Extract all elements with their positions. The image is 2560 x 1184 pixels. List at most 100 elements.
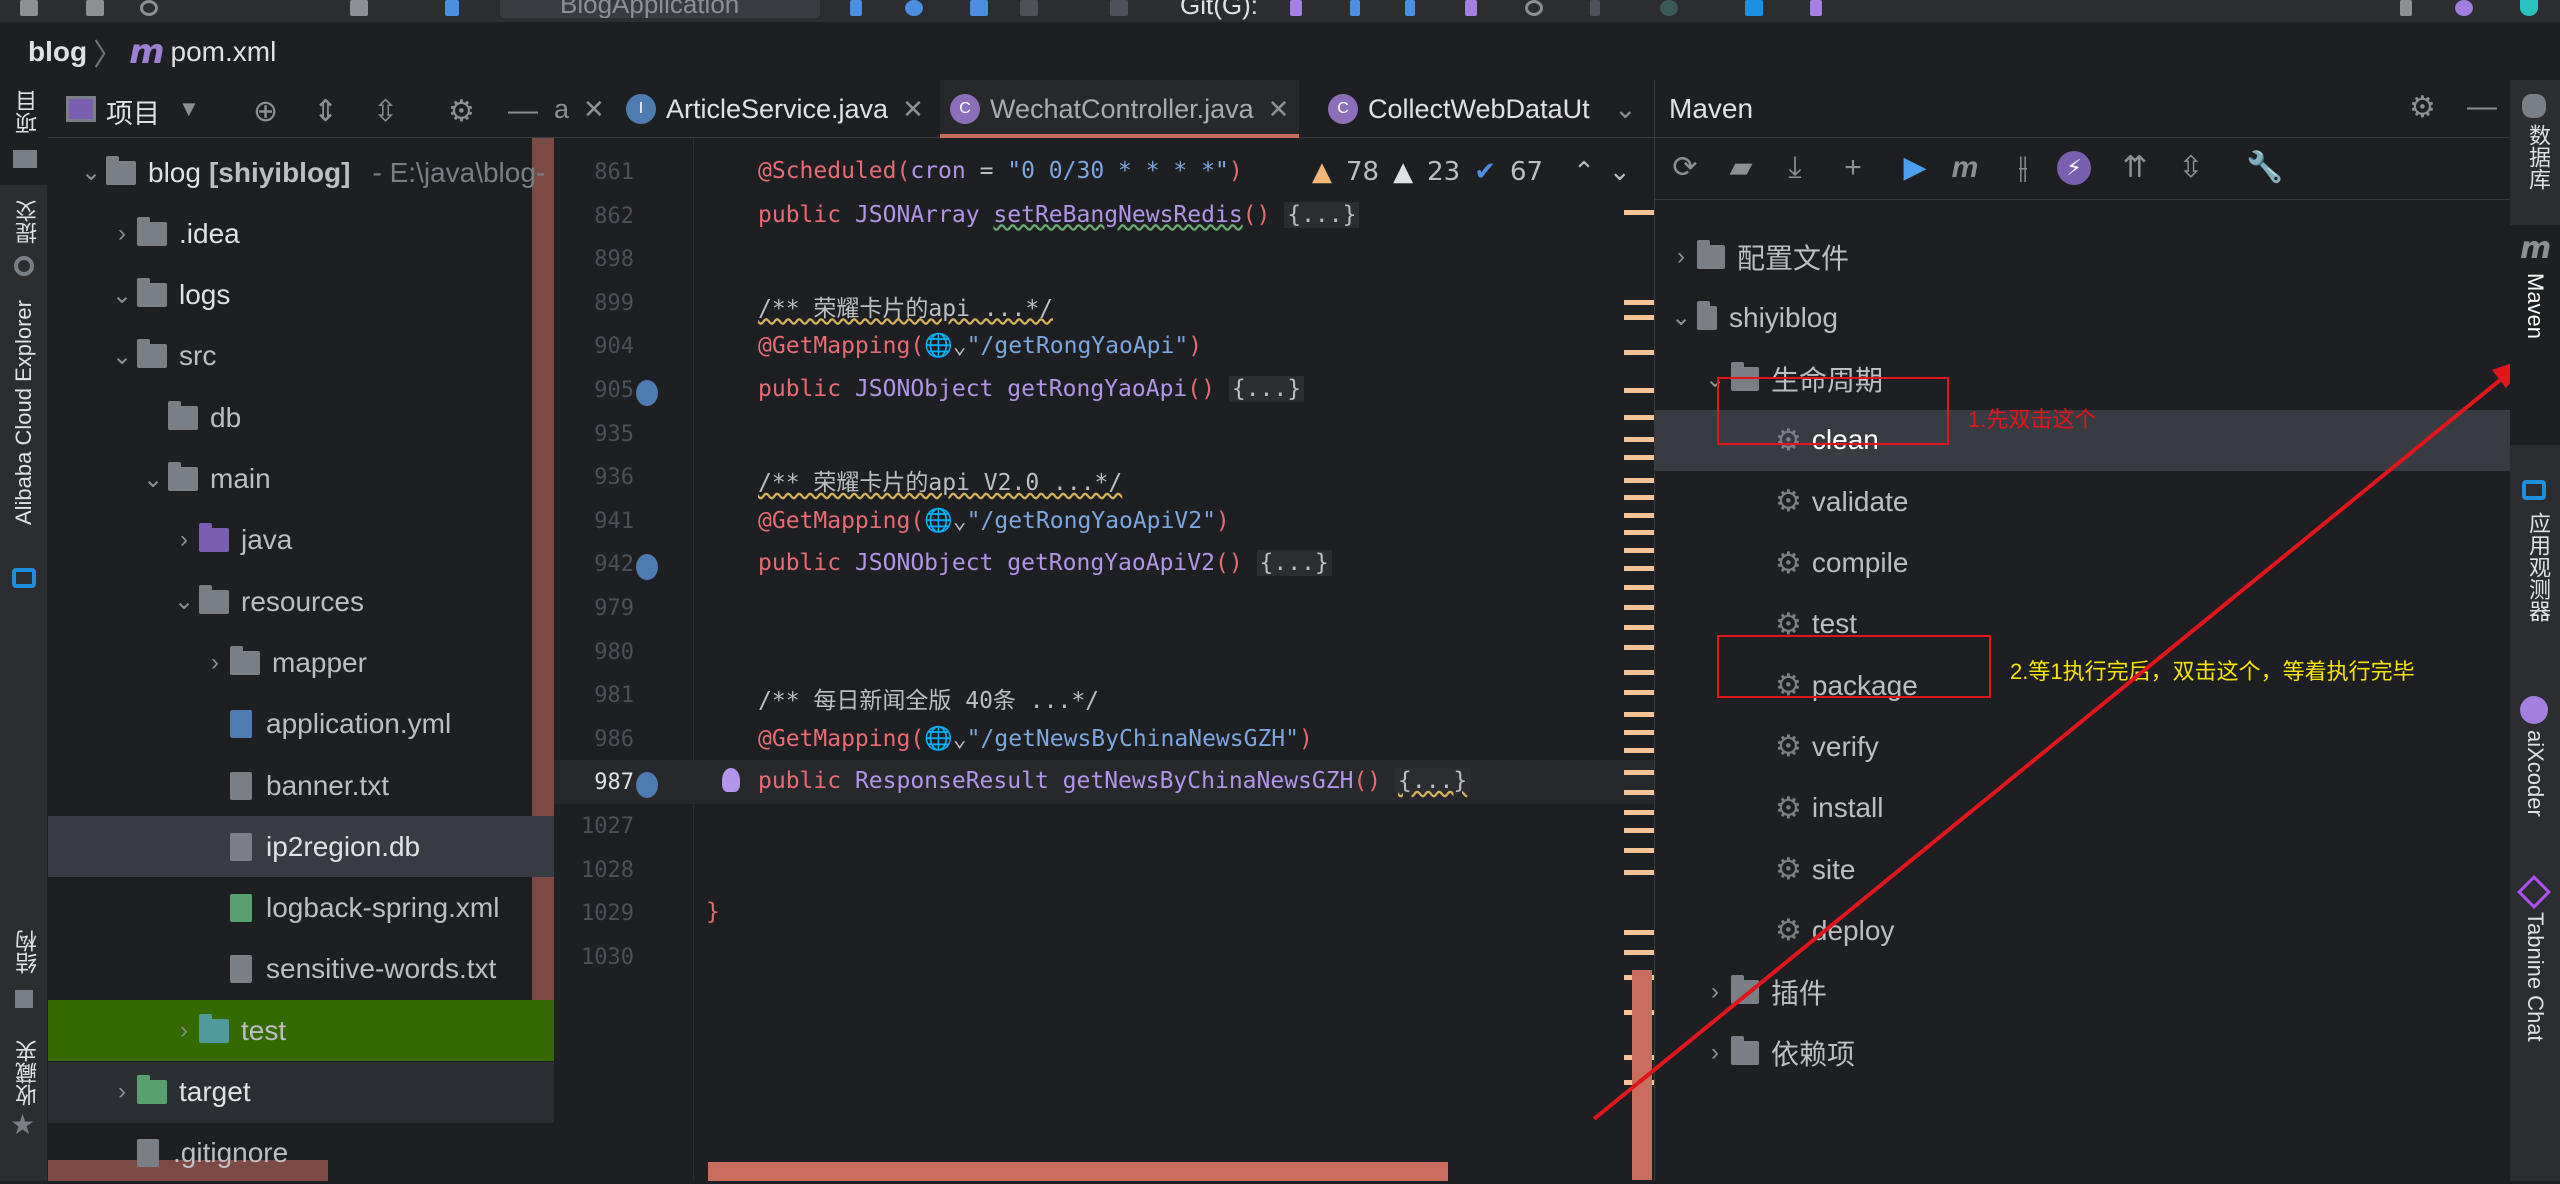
gear-icon[interactable]: ⚙ [448, 94, 475, 129]
chevron-down-icon[interactable]: ⌄ [138, 465, 168, 494]
gear-icon[interactable]: ⚙ [2409, 90, 2436, 125]
run-icon[interactable]: ▶ [1895, 148, 1935, 188]
code-line[interactable]: /** 每日新闻全版 40条 ...*/ [758, 681, 1099, 715]
plugin-icon[interactable] [1745, 0, 1763, 16]
code-line[interactable]: public JSONObject getRongYaoApi() {...} [758, 376, 1305, 402]
tree-item[interactable]: banner.txt [48, 755, 554, 816]
profile-icon[interactable] [1020, 0, 1038, 16]
next-highlight-icon[interactable]: ⌄ [1609, 157, 1631, 187]
error-stripe-mark[interactable] [1624, 712, 1654, 717]
tool-window-alibaba-cloud-explorer[interactable]: Alibaba Cloud Explorer [0, 300, 48, 630]
error-stripe-mark[interactable] [1624, 315, 1654, 320]
code-line[interactable]: /** 荣耀卡片的api ...*/ [758, 289, 1053, 323]
chevron-right-icon[interactable]: › [1699, 1039, 1731, 1067]
avatar-icon[interactable] [1660, 0, 1678, 16]
chevron-down-icon[interactable]: ▼ [178, 96, 200, 122]
download-icon[interactable]: ⤓ [1775, 148, 1815, 188]
tree-item[interactable]: ip2region.db [48, 816, 554, 878]
maven-tree-item[interactable]: › 配置文件 [1655, 226, 2511, 287]
breadcrumb-file[interactable]: pom.xml [171, 36, 277, 68]
vcs-commit-icon[interactable] [1350, 0, 1360, 16]
tree-item[interactable]: › java [48, 510, 554, 571]
maven-tree-item[interactable]: › 依赖项 [1655, 1023, 2511, 1084]
rollback-icon[interactable] [1590, 0, 1600, 16]
error-stripe-mark[interactable] [1624, 870, 1654, 875]
tool-window-database[interactable]: 数据库 [2510, 80, 2560, 210]
error-stripe-mark[interactable] [1624, 730, 1654, 735]
error-stripe-mark[interactable] [1624, 645, 1654, 650]
tab-collect-web-data[interactable]: C CollectWebDataUt [1328, 80, 1590, 138]
chevron-down-icon[interactable]: ⌄ [107, 342, 137, 371]
tool-window-maven[interactable]: m Maven [2510, 225, 2560, 445]
minimize-icon[interactable]: — [508, 94, 538, 128]
close-icon[interactable]: ✕ [902, 94, 924, 125]
error-stripe-mark[interactable] [1624, 605, 1654, 610]
maven-tree-item[interactable]: › 插件 [1655, 962, 2511, 1023]
tree-item[interactable]: ⌄ blog [shiyiblog] - E:\java\blog- [48, 142, 554, 203]
settings-logo-icon[interactable] [2520, 0, 2538, 16]
chevron-right-icon[interactable]: › [200, 649, 230, 677]
breadcrumb-root[interactable]: blog [28, 36, 87, 68]
tree-item[interactable]: ⌄ src [48, 326, 554, 387]
skip-tests-icon[interactable]: ⫲ [2003, 148, 2043, 188]
locate-icon[interactable]: ⊕ [253, 94, 278, 129]
chevron-right-icon[interactable]: › [169, 1017, 199, 1045]
maven-tree-item[interactable]: ⚙ deploy [1655, 900, 2511, 961]
stop-icon[interactable] [1110, 0, 1128, 16]
error-stripe-mark[interactable] [1624, 530, 1654, 535]
execute-goal-icon[interactable]: m [1945, 148, 1985, 188]
tree-item[interactable]: sensitive-words.txt [48, 939, 554, 1000]
minimize-icon[interactable]: — [2467, 90, 2497, 124]
endpoint-gutter-icon[interactable] [636, 380, 658, 406]
error-stripe-mark[interactable] [1624, 828, 1654, 833]
intention-bulb-icon[interactable] [722, 768, 740, 793]
maven-tree-item[interactable]: ⚙ install [1655, 778, 2511, 839]
code-line[interactable]: @GetMapping(🌐⌄"/getRongYaoApi") [758, 332, 1202, 359]
error-stripe-mark[interactable] [1624, 300, 1654, 305]
vcs-push-icon[interactable] [1405, 0, 1415, 16]
translate-icon[interactable] [1810, 0, 1822, 16]
tool-window-aixcoder[interactable]: aiXcoder [2510, 610, 2560, 817]
error-stripe-mark[interactable] [1624, 566, 1654, 571]
tab-article-service[interactable]: I ArticleService.java ✕ [626, 80, 924, 138]
sync-icon[interactable] [140, 0, 158, 16]
generate-sources-icon[interactable]: ▰ [1721, 148, 1761, 188]
error-stripe-mark[interactable] [1624, 478, 1654, 483]
tree-item[interactable]: db [48, 387, 554, 448]
tree-item[interactable]: › test [48, 1000, 554, 1062]
error-stripe-mark[interactable] [1624, 388, 1654, 393]
tool-window-structure[interactable]: 结构 [0, 920, 48, 1020]
chevron-right-icon[interactable]: › [1665, 243, 1697, 271]
tree-item[interactable]: .gitignore [48, 1123, 554, 1184]
error-stripe-mark[interactable] [1624, 790, 1654, 795]
error-stripe-mark[interactable] [1624, 770, 1654, 775]
maven-tree-item[interactable]: ⌄ shiyiblog [1655, 287, 2511, 348]
build-icon[interactable] [350, 0, 368, 16]
tool-window-favorites[interactable]: 收藏夹 ★ [0, 1040, 48, 1150]
tab-wechat-controller[interactable]: C WechatController.java ✕ [940, 80, 1300, 138]
chevron-right-icon[interactable]: › [1699, 978, 1731, 1006]
maven-tree-item[interactable]: ⚙ validate [1655, 471, 2511, 532]
code-line[interactable]: @GetMapping(🌐⌄"/getRongYaoApiV2") [758, 507, 1230, 534]
code-line[interactable]: @GetMapping(🌐⌄"/getNewsByChinaNewsGZH") [758, 725, 1313, 752]
code-line[interactable]: public JSONObject getRongYaoApiV2() {...… [758, 550, 1332, 577]
chevron-right-icon[interactable]: › [107, 220, 137, 248]
chevron-down-icon[interactable]: ⌄ [76, 158, 106, 187]
vcs-pull-icon[interactable] [1465, 0, 1477, 16]
search-icon[interactable] [2400, 0, 2412, 16]
error-stripe-mark[interactable] [1624, 930, 1654, 935]
maven-tree-item[interactable]: ⚙ verify [1655, 716, 2511, 777]
run-icon[interactable] [850, 0, 862, 16]
ai-assistant-icon[interactable] [2455, 0, 2473, 16]
chevron-right-icon[interactable]: › [107, 1078, 137, 1106]
tree-item[interactable]: ⌄ logs [48, 265, 554, 326]
error-stripe-mark[interactable] [1624, 350, 1654, 355]
error-stripe-mark[interactable] [1624, 415, 1654, 420]
vcs-update-icon[interactable] [1290, 0, 1302, 16]
error-stripe-mark[interactable] [1624, 690, 1654, 695]
chevron-down-icon[interactable]: ⌄ [1665, 303, 1697, 332]
tree-item[interactable]: › .idea [48, 203, 554, 264]
error-stripe-mark[interactable] [1624, 625, 1654, 630]
close-icon[interactable]: ✕ [1268, 94, 1290, 125]
coverage-icon[interactable] [970, 0, 988, 16]
